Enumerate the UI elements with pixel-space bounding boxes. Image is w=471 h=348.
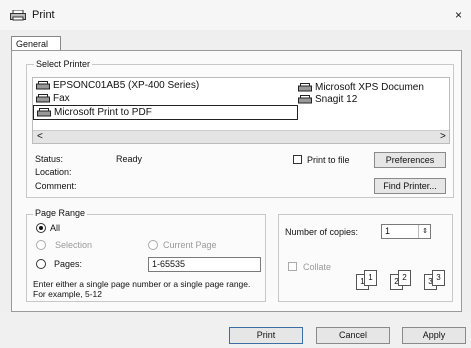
printer-name: Microsoft Print to PDF: [54, 107, 152, 118]
printer-item-fax[interactable]: Fax: [36, 93, 70, 104]
status-label: Status:: [35, 154, 64, 164]
printer-icon: [37, 108, 51, 117]
apply-button[interactable]: Apply: [402, 327, 466, 344]
comment-label: Comment:: [35, 181, 77, 191]
fax-icon: [36, 94, 50, 103]
print-to-file-label: Print to file: [307, 155, 350, 165]
printer-icon: [298, 83, 312, 92]
current-page-label: Current Page: [163, 240, 217, 250]
collate-page: 1: [364, 270, 377, 286]
printer-item-epson[interactable]: EPSONC01AB5 (XP-400 Series): [36, 80, 199, 91]
print-button[interactable]: Print: [229, 327, 303, 344]
printer-icon: [298, 95, 312, 104]
printer-icon: [36, 81, 50, 90]
printer-name: Microsoft XPS Documen: [315, 82, 424, 93]
printer-item-snagit[interactable]: Snagit 12: [298, 94, 357, 105]
title-bar: [0, 0, 471, 30]
printer-list-scrollbar[interactable]: [33, 130, 449, 143]
pages-input[interactable]: 1-65535: [148, 257, 261, 272]
printer-name: EPSONC01AB5 (XP-400 Series): [53, 80, 200, 91]
printer-item-pdf[interactable]: Microsoft Print to PDF: [33, 105, 298, 120]
printer-icon: [10, 10, 26, 21]
status-value: Ready: [116, 154, 143, 164]
close-button[interactable]: ×: [455, 8, 462, 22]
copies-spinner-icon[interactable]: ⇕: [418, 225, 431, 238]
selection-radio[interactable]: [36, 240, 46, 250]
collate-page: 3: [432, 270, 445, 286]
all-label: All: [50, 223, 61, 233]
preferences-button[interactable]: Preferences: [374, 152, 446, 168]
selection-label: Selection: [55, 240, 93, 250]
pages-label: Pages:: [54, 259, 83, 269]
scroll-left-arrow-icon[interactable]: <: [37, 131, 43, 142]
number-of-copies-label: Number of copies:: [285, 227, 359, 237]
cancel-button[interactable]: Cancel: [316, 327, 390, 344]
window-title: Print: [32, 9, 55, 21]
current-page-radio[interactable]: [148, 240, 158, 250]
printer-name: Fax: [53, 93, 70, 104]
scroll-right-arrow-icon[interactable]: >: [440, 131, 446, 142]
find-printer-button[interactable]: Find Printer...: [374, 178, 446, 194]
all-radio[interactable]: [36, 223, 46, 233]
pages-radio[interactable]: [36, 259, 46, 269]
copies-value: 1: [385, 226, 391, 236]
print-to-file-checkbox[interactable]: [293, 155, 302, 164]
collate-label: Collate: [303, 262, 332, 272]
collate-illustration-icon: 1 1 2 2 3 3: [356, 270, 452, 290]
collate-page: 2: [398, 270, 411, 286]
page-range-hint: Enter either a single page number or a s…: [33, 279, 251, 299]
select-printer-label: Select Printer: [34, 59, 93, 69]
printer-item-xps[interactable]: Microsoft XPS Documen: [298, 82, 424, 93]
page-range-label: Page Range: [33, 208, 88, 218]
printer-name: Snagit 12: [315, 94, 358, 105]
tab-general[interactable]: General: [11, 36, 61, 51]
location-label: Location:: [35, 167, 72, 177]
collate-checkbox[interactable]: [288, 262, 297, 271]
